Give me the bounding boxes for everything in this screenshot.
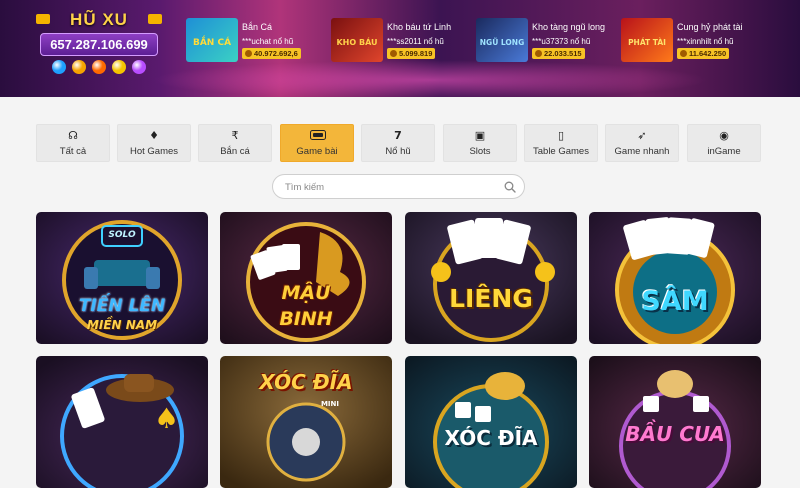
search-icon[interactable] — [504, 181, 516, 193]
game-badge: MINI — [320, 400, 340, 408]
gem-icon — [52, 60, 66, 74]
win-user: ***xinnhilt nổ hũ — [677, 37, 734, 46]
search-box — [272, 174, 525, 199]
win-user: ***u37373 nổ hũ — [532, 37, 591, 46]
gem-icon — [132, 60, 146, 74]
game-title: LIÊNG — [449, 284, 533, 313]
tab-label: Game nhanh — [614, 146, 670, 157]
game-title: BẦU CUA — [625, 422, 725, 446]
win-game-name: Cung hỷ phát tài — [677, 22, 743, 32]
win-game-name: Kho tàng ngũ long — [532, 22, 606, 32]
game-badge: SOLO — [108, 230, 136, 240]
tab-label: Nổ hũ — [385, 146, 411, 157]
game-thumbnail: PHÁT TÀI — [621, 18, 673, 62]
gem-icon — [72, 60, 86, 74]
game-title: MẬU — [281, 282, 331, 304]
game-card-tien-len[interactable]: SOLO TIẾN LÊN MIỀN NAM — [36, 212, 208, 344]
thumb-text: BẮN CÁ — [193, 35, 231, 48]
seven-icon: 7 — [394, 129, 402, 142]
jackpot-title: HŨ XU — [70, 10, 128, 29]
recent-win-item[interactable]: KHO BÁU Kho báu tứ Linh ***ss2011 nổ hũ … — [331, 18, 471, 62]
thumb-text: NGŨ LONG — [480, 38, 524, 47]
game-title: XÓC ĐĨA — [444, 426, 538, 450]
coin-icon — [535, 50, 542, 57]
target-icon: ◉ — [719, 129, 729, 142]
tab-game-nhanh[interactable]: ➶ Game nhanh — [605, 124, 679, 162]
game-subtitle: MIỀN NAM — [86, 318, 158, 332]
tab-all[interactable]: ☊ Tất cả — [36, 124, 110, 162]
right-wing-icon — [148, 14, 162, 24]
game-card-mau-binh[interactable]: MẬU BINH — [220, 212, 392, 344]
tab-hot-games[interactable]: ♦ Hot Games — [117, 124, 191, 162]
game-card-lieng[interactable]: LIÊNG — [405, 212, 577, 344]
win-user: ***uchat nổ hũ — [242, 37, 294, 46]
tab-game-bai[interactable]: Game bài — [280, 124, 354, 162]
tab-label: Tất cả — [59, 146, 87, 157]
tab-slots[interactable]: ▣ Slots — [443, 124, 517, 162]
card-icon: ▯ — [557, 129, 565, 142]
game-thumbnail: BẮN CÁ — [186, 18, 238, 62]
gem-icon — [112, 60, 126, 74]
win-amount: 22.033.515 — [532, 48, 585, 59]
game-card-bau-cua[interactable]: BẦU CUA — [589, 356, 761, 488]
game-art: ♠ — [36, 356, 208, 488]
rocket-icon: ➶ — [637, 129, 647, 142]
jackpot-panel: HŨ XU 657.287.106.699 — [36, 10, 162, 80]
game-card-xoc-dia-mini[interactable]: XÓC ĐĨA MINI — [220, 356, 392, 488]
headset-icon: ☊ — [68, 129, 78, 142]
game-art — [405, 212, 577, 344]
coin-icon — [245, 50, 252, 57]
tab-label: Table Games — [533, 146, 589, 157]
thumb-text: PHÁT TÀI — [628, 38, 666, 47]
game-card-sam[interactable]: SÂM — [589, 212, 761, 344]
win-amount: 5.099.819 — [387, 48, 436, 59]
jackpot-gems — [40, 60, 158, 74]
game-thumbnail: KHO BÁU — [331, 18, 383, 62]
tab-label: Hot Games — [129, 146, 179, 157]
fish-icon: ₹ — [231, 129, 239, 142]
slot-machine-icon: ▣ — [474, 129, 486, 142]
tab-label: Game bài — [296, 146, 338, 157]
win-amount: 11.642.250 — [677, 48, 730, 59]
win-user: ***ss2011 nổ hũ — [387, 37, 444, 46]
tab-label: Bắn cá — [220, 146, 250, 157]
game-title: XÓC ĐĨA — [259, 370, 353, 394]
tab-ban-ca[interactable]: ₹ Bắn cá — [198, 124, 272, 162]
win-game-name: Bắn Cá — [242, 22, 273, 32]
game-subtitle: BINH — [279, 308, 333, 330]
svg-text:♠: ♠ — [154, 402, 179, 435]
recent-win-item[interactable]: NGŨ LONG Kho tàng ngũ long ***u37373 nổ … — [476, 18, 616, 62]
tab-label: inGame — [707, 146, 741, 157]
game-art — [589, 212, 761, 344]
left-wing-icon — [36, 14, 50, 24]
game-card-xoc-dia[interactable]: XÓC ĐĨA — [405, 356, 577, 488]
win-amount: 40.972.692,6 — [242, 48, 301, 59]
gem-icon — [92, 60, 106, 74]
tab-label: Slots — [469, 146, 491, 157]
jackpot-value: 657.287.106.699 — [40, 33, 158, 56]
search-input[interactable] — [285, 180, 495, 194]
game-card-poker[interactable]: ♠ — [36, 356, 208, 488]
coin-icon — [680, 50, 687, 57]
game-thumbnail: NGŨ LONG — [476, 18, 528, 62]
tab-no-hu[interactable]: 7 Nổ hũ — [361, 124, 435, 162]
win-game-name: Kho báu tứ Linh — [387, 22, 452, 32]
cards-icon — [310, 130, 326, 142]
game-title: SÂM — [641, 286, 709, 317]
tab-ingame[interactable]: ◉ inGame — [687, 124, 761, 162]
diamond-icon: ♦ — [149, 129, 159, 142]
recent-win-item[interactable]: PHÁT TÀI Cung hỷ phát tài ***xinnhilt nổ… — [621, 18, 761, 62]
coin-icon — [390, 50, 397, 57]
game-art — [405, 356, 577, 488]
thumb-text: KHO BÁU — [336, 36, 377, 47]
jackpot-banner: HŨ XU 657.287.106.699 BẮN CÁ Bắn Cá ***u… — [0, 0, 800, 97]
tab-table-games[interactable]: ▯ Table Games — [524, 124, 598, 162]
recent-win-item[interactable]: BẮN CÁ Bắn Cá ***uchat nổ hũ 40.972.692,… — [186, 18, 326, 62]
game-title: TIẾN LÊN — [78, 296, 166, 316]
